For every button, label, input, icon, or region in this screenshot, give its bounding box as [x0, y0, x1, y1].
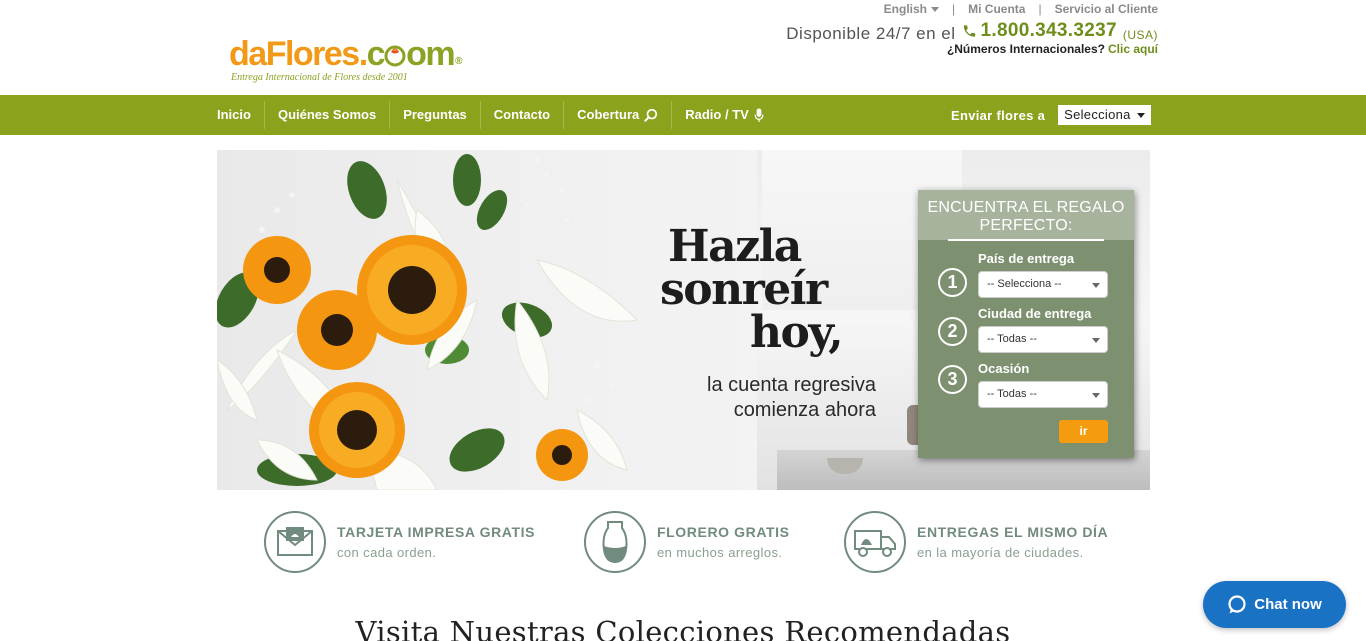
page: daFlores.c om® Entrega Internacional de F…	[0, 0, 1366, 641]
feature-subtitle: con cada orden.	[337, 545, 437, 560]
international-numbers: ¿Números Internacionales? Clic aquí	[947, 42, 1158, 56]
intl-click-here-link[interactable]: Clic aquí	[1108, 42, 1158, 56]
feature-text: ENTREGAS EL MISMO DÍA en la mayoría de c…	[917, 524, 1108, 560]
nav-label: Cobertura	[577, 107, 640, 122]
country-label: País de entrega	[978, 251, 1075, 266]
feature-title: ENTREGAS EL MISMO DÍA	[917, 524, 1109, 540]
nav-item-quienes-somos[interactable]: Quiénes Somos	[263, 101, 389, 129]
nav-item-preguntas[interactable]: Preguntas	[389, 101, 480, 129]
send-country-value: Selecciona	[1064, 107, 1131, 122]
vase-icon	[584, 511, 646, 573]
step-1-badge: 1	[938, 268, 967, 297]
divider	[948, 239, 1104, 241]
feature-free-vase: FLORERO GRATIS en muchos arreglos.	[584, 510, 790, 574]
chat-bubble-icon	[1228, 594, 1246, 613]
logo-tagline: Entrega Internacional de Flores desde 20…	[231, 72, 408, 83]
delivery-truck-icon	[844, 511, 906, 573]
chat-now-button[interactable]: Chat now	[1203, 581, 1346, 628]
language-selector[interactable]: English	[883, 2, 940, 16]
nav-label: Radio / TV	[685, 107, 749, 122]
feature-text: FLORERO GRATIS en muchos arreglos.	[657, 524, 790, 560]
phone-number-text: 1.800.343.3237	[980, 20, 1117, 41]
nav-label: Contacto	[493, 107, 551, 122]
gift-finder-title: ENCUENTRA EL REGALO PERFECTO:	[918, 190, 1134, 240]
main-nav: Inicio Quiénes Somos Preguntas Contacto …	[0, 95, 1366, 135]
logo-registered: ®	[455, 56, 462, 67]
phone-icon	[963, 25, 975, 37]
send-flowers-to: Enviar flores a Selecciona	[951, 95, 1151, 135]
availability: Disponible 24/7 en el 1.800.343.3237 (US…	[786, 20, 1158, 44]
hero-subtitle: la cuenta regresiva comienza ahora	[690, 373, 876, 423]
hero-line-3: hoy,	[750, 307, 844, 358]
nav-item-cobertura[interactable]: Cobertura	[563, 101, 671, 129]
hero-subtitle-line-1: la cuenta regresiva	[707, 374, 876, 396]
nav-item-inicio[interactable]: Inicio	[205, 101, 264, 129]
card-envelope-icon	[264, 511, 326, 573]
divider: |	[952, 2, 956, 16]
occasion-select-value: -- Todas --	[987, 388, 1037, 400]
feature-subtitle: en la mayoría de ciudades.	[917, 545, 1084, 560]
chevron-down-icon	[1092, 393, 1100, 398]
divider: |	[1038, 2, 1042, 16]
logo-wordmark: daFlores.c om®	[229, 35, 462, 73]
hero-subtitle-line-2: comienza ahora	[733, 399, 876, 421]
collections-heading: Visita Nuestras Colecciones Recomendadas	[355, 615, 1011, 641]
go-button[interactable]: ir	[1059, 420, 1108, 443]
city-label: Ciudad de entrega	[978, 306, 1092, 321]
step-2-badge: 2	[938, 317, 967, 346]
logo-flores: Flores.	[265, 35, 368, 73]
feature-same-day: ENTREGAS EL MISMO DÍA en la mayoría de c…	[844, 510, 1108, 574]
hero-headline: Hazla sonreír hoy,	[660, 221, 844, 358]
nav-label: Quiénes Somos	[277, 107, 377, 122]
chevron-down-icon	[1092, 283, 1100, 288]
chevron-down-icon	[1092, 338, 1100, 343]
city-select[interactable]: -- Todas --	[978, 326, 1108, 353]
search-icon	[644, 108, 658, 122]
microphone-icon	[754, 107, 764, 122]
my-account-link[interactable]: Mi Cuenta	[968, 2, 1025, 16]
flower-logo-icon	[384, 45, 406, 67]
top-links: English | Mi Cuenta | Servicio al Client…	[884, 2, 1158, 16]
occasion-select[interactable]: -- Todas --	[978, 381, 1108, 408]
nav-label: Preguntas	[403, 107, 467, 122]
phone-number[interactable]: 1.800.343.3237	[962, 20, 1117, 42]
feature-subtitle: en muchos arreglos.	[657, 545, 783, 560]
intl-question: ¿Números Internacionales?	[946, 42, 1105, 56]
send-flowers-label: Enviar flores a	[951, 107, 1046, 123]
phone-country: (USA)	[1122, 28, 1158, 42]
chevron-down-icon	[931, 7, 940, 13]
city-select-value: -- Todas --	[987, 333, 1037, 345]
logo-da: da	[229, 35, 267, 73]
occasion-label: Ocasión	[978, 361, 1030, 376]
step-3-badge: 3	[938, 365, 967, 394]
hero-line-2: sonreír	[660, 264, 828, 315]
feature-text: TARJETA IMPRESA GRATIS con cada orden.	[337, 524, 535, 560]
chat-label: Chat now	[1254, 596, 1322, 613]
language-label: English	[883, 2, 928, 16]
nav-item-contacto[interactable]: Contacto	[479, 101, 563, 129]
hero-line-1: Hazla	[668, 221, 802, 272]
flower-bouquet-image	[217, 154, 639, 490]
country-select-value: -- Selecciona --	[987, 278, 1062, 290]
customer-service-link[interactable]: Servicio al Cliente	[1055, 2, 1158, 16]
nav-items: Inicio Quiénes Somos Preguntas Contacto …	[205, 95, 777, 135]
logo-om: om	[406, 35, 456, 73]
availability-text: Disponible 24/7 en el	[786, 24, 956, 43]
feature-title: FLORERO GRATIS	[657, 524, 790, 540]
nav-label: Inicio	[217, 107, 251, 122]
nav-item-radio-tv[interactable]: Radio / TV	[671, 101, 777, 129]
gift-finder: ENCUENTRA EL REGALO PERFECTO: 1 País de …	[918, 190, 1134, 458]
send-country-select[interactable]: Selecciona	[1058, 105, 1151, 125]
feature-title: TARJETA IMPRESA GRATIS	[337, 524, 536, 540]
country-select[interactable]: -- Selecciona --	[978, 271, 1108, 298]
logo-c: c	[366, 35, 386, 73]
feature-free-card: TARJETA IMPRESA GRATIS con cada orden.	[264, 510, 535, 574]
chevron-down-icon	[1136, 112, 1145, 118]
logo[interactable]: daFlores.c om® Entrega Internacional de F…	[229, 36, 462, 88]
